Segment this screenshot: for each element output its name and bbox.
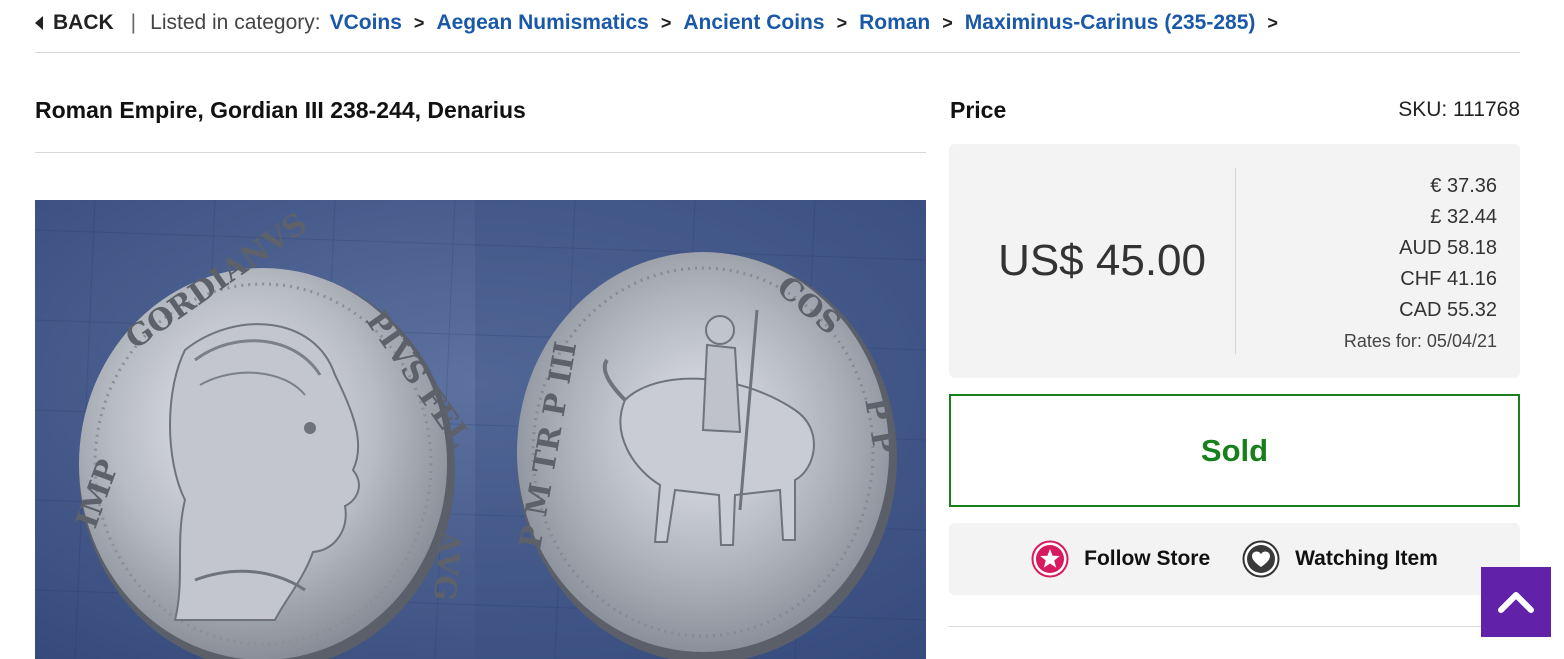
breadcrumb-separator: > [413,12,425,33]
divider [35,52,1520,53]
coin-reverse: P M TR P III COS P P [513,252,901,659]
rate-gbp: £ 32.44 [1430,206,1497,228]
rate-aud: AUD 58.18 [1399,237,1497,259]
follow-store-button[interactable]: Follow Store [1031,540,1210,578]
rate-cad: CAD 55.32 [1399,299,1497,321]
breadcrumb-separator: > [942,12,953,33]
caret-left-icon [35,16,43,30]
rates-date: Rates for: 05/04/21 [1343,331,1497,351]
breadcrumb-separator: > [836,12,848,33]
divider [35,152,926,153]
watching-item-button[interactable]: Watching Item [1242,540,1438,578]
breadcrumb-link-roman[interactable]: Roman [859,11,930,35]
divider [949,626,1520,627]
sold-button[interactable]: Sold [949,394,1520,507]
item-title: Roman Empire, Gordian III 238-244, Denar… [35,97,526,123]
breadcrumb-link-ancient-coins[interactable]: Ancient Coins [683,11,824,35]
rate-chf: CHF 41.16 [1400,268,1497,290]
breadcrumb-divider: | [130,11,137,34]
currency-rates: € 37.36 £ 32.44 AUD 58.18 CHF 41.16 CAD … [1344,171,1497,352]
breadcrumb-separator: > [1267,12,1278,33]
divider [1235,168,1236,354]
back-label: BACK [53,11,114,34]
scroll-to-top-button[interactable] [1481,567,1551,637]
price-heading: Price [950,97,1007,123]
chevron-up-icon [1498,592,1534,613]
watching-item-label: Watching Item [1295,547,1438,570]
store-actions: Follow Store Watching Item [949,523,1520,595]
breadcrumb-link-vcoins[interactable]: VCoins [330,11,402,35]
coin-image: IMP GORDIANVS PIVS FEL AVG P M TR P III … [35,200,926,659]
star-icon [1031,540,1069,578]
follow-store-label: Follow Store [1084,547,1211,570]
breadcrumb-link-period[interactable]: Maximinus-Carinus (235-285) [965,11,1256,35]
breadcrumb-separator: > [660,12,672,33]
back-button[interactable]: BACK [35,11,114,35]
sku-label: SKU: 111768 [1398,98,1520,121]
item-photo[interactable]: IMP GORDIANVS PIVS FEL AVG P M TR P III … [35,200,926,659]
svg-text:AVG: AVG [426,528,467,602]
price-box: US$ 45.00 € 37.36 £ 32.44 AUD 58.18 CHF … [949,144,1520,378]
listed-in-label: Listed in category: [150,11,321,34]
rate-eur: € 37.36 [1430,175,1497,197]
heart-icon [1242,540,1280,578]
breadcrumb: BACK | Listed in category: VCoins > Aege… [35,8,1290,38]
breadcrumb-link-store[interactable]: Aegean Numismatics [436,11,648,35]
main-price: US$ 45.00 [998,236,1206,285]
